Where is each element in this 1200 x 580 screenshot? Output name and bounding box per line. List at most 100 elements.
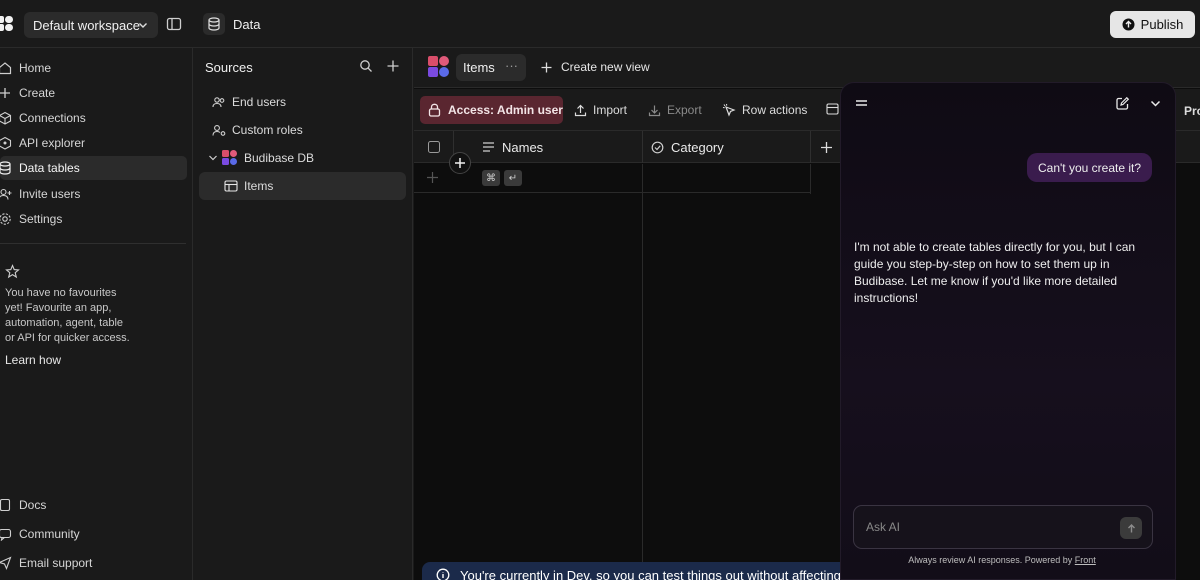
learn-how-link[interactable]: Learn how [5,353,61,367]
lock-icon [428,103,441,117]
nav-item-home[interactable]: Home [0,56,187,80]
new-row[interactable]: ⌘ ↵ [414,164,811,193]
nav-label: Connections [19,111,86,125]
ai-reply-text: I'm not able to create tables directly f… [854,240,1136,305]
export-label: Export [667,103,702,117]
tab-items[interactable]: Items ··· [456,54,526,81]
plus-icon [0,86,14,100]
column-label: Category [671,139,724,155]
nav-item-invite-users[interactable]: Invite users [0,182,187,206]
nav-item-api-explorer[interactable]: API explorer [0,131,187,155]
banner-text: You're currently in Dev, so you can test… [460,568,849,580]
layout-icon[interactable] [826,103,839,115]
publish-button[interactable]: Publish [1110,11,1195,38]
disclaimer-text: Always review AI responses. Powered by [908,555,1075,565]
access-label: Access: Admin user [448,103,563,117]
sources-title: Sources [205,60,253,75]
cube-icon [0,111,14,125]
column-header-category[interactable]: Category [643,131,811,163]
add-source-icon[interactable] [386,59,400,73]
code-icon [0,136,14,150]
add-row-button[interactable] [449,152,471,174]
select-all-checkbox[interactable] [414,131,454,163]
plus-icon [540,61,553,74]
kbd-enter: ↵ [504,170,522,186]
users-icon [212,95,226,109]
ask-ai-input[interactable]: Ask AI [853,505,1153,549]
send-button[interactable] [1120,517,1142,539]
import-label: Import [593,103,628,117]
source-item-custom-roles[interactable]: Custom roles [212,123,303,137]
workspace-name: Default workspace [33,17,140,33]
export-button[interactable]: Export [648,103,702,117]
workspace-select[interactable]: Default workspace [24,12,158,38]
info-icon [436,568,450,580]
star-icon [5,264,20,279]
tab-label: Items [463,60,495,75]
source-label: Custom roles [232,123,303,137]
nav-label: Email support [19,556,93,570]
nav-item-connections[interactable]: Connections [0,106,187,130]
database-icon [0,161,14,175]
user-plus-icon [0,187,14,201]
nav-label: Invite users [19,187,81,201]
row-actions-button[interactable]: Row actions [722,103,807,117]
chevron-down-icon[interactable] [1149,97,1162,110]
nav-item-docs[interactable]: Docs [0,493,187,517]
column-label: Names [502,139,544,155]
nav-label: Community [19,527,80,541]
search-icon[interactable] [359,59,373,73]
nav-label: Settings [19,212,63,226]
nav-item-create[interactable]: Create [0,81,187,105]
create-view-label: Create new view [561,60,650,74]
nav-label: Create [19,86,56,100]
source-label: Budibase DB [244,151,315,165]
toolbar-overflow-item[interactable]: Pro [1184,104,1200,118]
new-chat-icon[interactable] [1115,96,1130,111]
nav-label: Home [19,61,52,75]
import-button[interactable]: Import [574,103,627,117]
source-item-items-label[interactable]: Items [224,179,273,193]
dev-mode-banner: You're currently in Dev, so you can test… [422,562,862,580]
column-divider [642,164,643,580]
chevron-down-icon [137,19,149,31]
budibase-logo-icon[interactable] [0,16,14,32]
nav-item-email-support[interactable]: Email support [0,551,187,575]
plus-icon[interactable] [426,171,439,184]
source-item-budibase-db[interactable]: Budibase DB [208,150,314,166]
budibase-icon [428,56,450,78]
nav-item-data-tables[interactable]: Data tables [0,156,187,180]
sources-panel: Sources End users Custom roles Budibase … [193,48,413,580]
column-divider [810,164,811,194]
publish-label: Publish [1140,17,1184,32]
column-header-names[interactable]: Names [454,131,643,163]
ai-assistant-panel: Can't you create it? I'm not able to cre… [840,82,1176,580]
nav-divider [0,243,186,244]
source-item-end-users[interactable]: End users [212,95,286,109]
page-title: Data [233,17,261,32]
source-label: Items [244,179,274,193]
menu-icon[interactable] [855,99,868,109]
nav-item-community[interactable]: Community [0,522,187,546]
create-view-button[interactable]: Create new view [540,60,650,74]
nav-label: Data tables [19,161,80,175]
budibase-icon [222,150,238,166]
database-icon [203,13,225,35]
upload-icon [574,104,587,117]
row-actions-label: Row actions [742,103,808,117]
access-role-button[interactable]: Access: Admin user [420,96,563,124]
left-nav: Home Create Connections API explorer Dat… [0,48,193,580]
top-bar: Default workspace Data Publish [0,0,1200,48]
powered-by-link[interactable]: Front [1075,555,1096,565]
more-options-icon[interactable]: ··· [505,58,518,73]
upload-icon [1122,18,1135,31]
add-column-button[interactable] [811,131,841,163]
circle-check-icon [651,141,664,154]
nav-item-settings[interactable]: Settings [0,207,187,231]
chat-icon [0,527,14,541]
sidebar-toggle-icon[interactable] [166,16,182,32]
text-lines-icon [482,141,495,153]
book-icon [0,498,14,512]
nav-label: Docs [19,498,47,512]
ai-disclaimer: Always review AI responses. Powered by F… [841,555,1163,565]
